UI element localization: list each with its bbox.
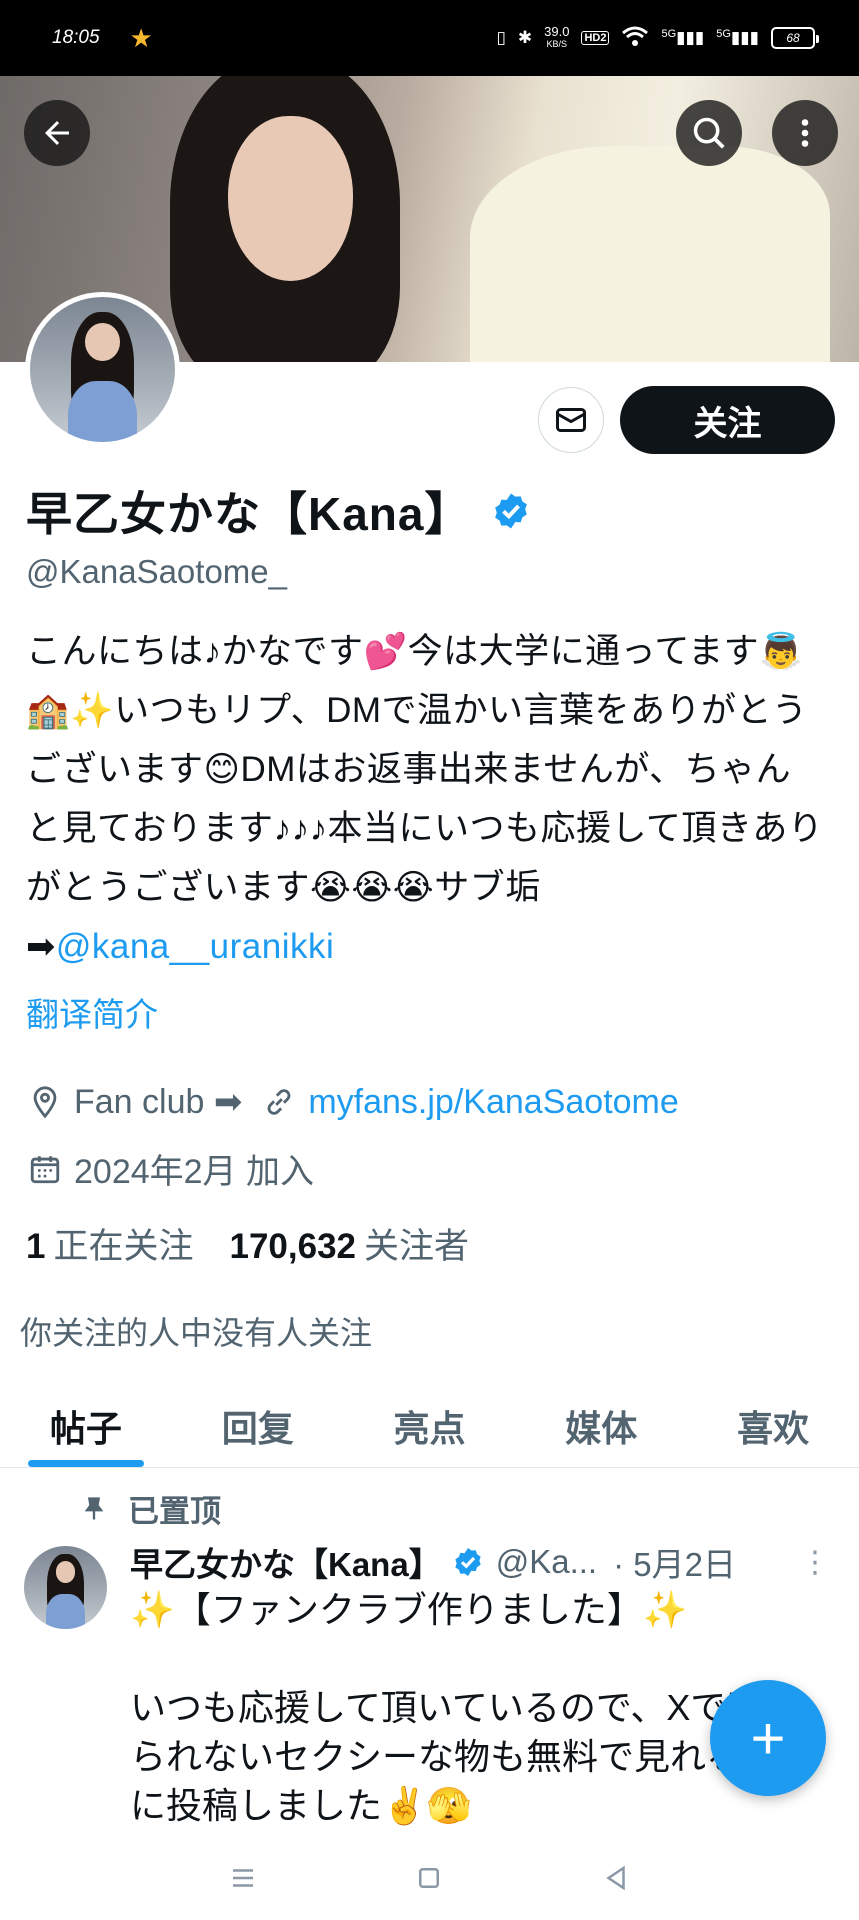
menu-nav-icon[interactable]	[228, 1863, 258, 1893]
speed-unit: KB/S	[546, 39, 568, 49]
tab-likes[interactable]: 喜欢	[687, 1388, 859, 1467]
tweet-header: 早乙女かな【Kana】 @Ka... · 5月2日 ⋮	[130, 1538, 830, 1586]
tab-highlights[interactable]: 亮点	[344, 1388, 516, 1467]
search-icon	[693, 117, 725, 149]
network-speed: 39.0 KB/S	[544, 24, 570, 50]
link-icon	[267, 1089, 291, 1115]
compose-button[interactable]: +	[710, 1680, 826, 1796]
speed-value: 39.0	[544, 24, 570, 39]
translate-bio-link[interactable]: 翻译简介	[26, 988, 158, 1036]
bluetooth-icon: ✱	[517, 28, 533, 47]
tweet-avatar-body-shape	[45, 1594, 86, 1629]
status-icons: ▯ ✱ 39.0 KB/S HD2 5G▮▮▮ 5G▮▮▮ 68	[496, 24, 819, 52]
location-pin-icon	[33, 1086, 57, 1119]
profile-website-link[interactable]: myfans.jp/KanaSaotome	[308, 1083, 678, 1122]
signal-1-label: 5G	[661, 28, 677, 40]
tweet-author-name[interactable]: 早乙女かな【Kana】	[130, 1538, 442, 1586]
tweet-date: · 5月2日	[613, 1546, 736, 1583]
profile-tabs: 帖子 回复 亮点 媒体 喜欢	[0, 1388, 859, 1468]
mutual-followers-note: 你关注的人中没有人关注	[20, 1315, 373, 1351]
calendar-icon	[30, 1155, 60, 1183]
back-button[interactable]	[24, 100, 90, 166]
system-nav-bar	[0, 1836, 859, 1920]
follow-stats: 1 正在关注 170,632 关注者	[26, 1218, 469, 1269]
following-count: 1	[26, 1227, 46, 1266]
arrow-left-icon	[45, 121, 69, 145]
bio-mention-link[interactable]: @kana__uranikki	[56, 927, 334, 966]
wifi-icon	[621, 25, 649, 52]
more-options-button[interactable]	[772, 100, 838, 166]
profile-location: Fan club ➡	[74, 1083, 243, 1121]
status-bar: 18:05 ★ ▯ ✱ 39.0 KB/S HD2 5G▮▮▮ 5G▮▮▮ 68	[0, 0, 859, 76]
tweet-verified-badge-icon	[455, 1548, 481, 1576]
follow-button[interactable]: 关注	[620, 386, 835, 454]
battery-icon: 68	[771, 27, 819, 49]
back-nav-icon[interactable]	[601, 1863, 631, 1893]
followers-label: 关注者	[364, 1227, 470, 1266]
message-button[interactable]	[538, 387, 604, 453]
star-icon: ★	[129, 22, 153, 53]
following-label: 正在关注	[53, 1227, 194, 1266]
pinned-label: 已置顶	[128, 1494, 221, 1529]
profile-handle: @KanaSaotome_	[26, 553, 288, 590]
status-time: 18:05	[52, 27, 100, 48]
pinned-indicator: 已置顶	[80, 1486, 221, 1531]
tab-media[interactable]: 媒体	[515, 1388, 687, 1467]
avatar-face-shape	[85, 323, 120, 361]
tweet-avatar-face-shape	[55, 1560, 76, 1583]
tweet-author-handle: @Ka...	[495, 1543, 598, 1580]
joined-date: 2024年2月 加入	[74, 1153, 314, 1191]
tweet-author-avatar[interactable]	[24, 1546, 107, 1629]
home-nav-icon[interactable]	[414, 1863, 444, 1893]
banner-face-shape	[228, 116, 353, 281]
tweet-more-icon[interactable]: ⋮	[800, 1545, 830, 1580]
location-website-row: Fan club ➡ myfans.jp/KanaSaotome	[28, 1082, 679, 1122]
signal-icon-2: 5G▮▮▮	[716, 28, 759, 47]
profile-name-row: 早乙女かな【Kana】	[26, 478, 531, 544]
verified-badge-icon[interactable]	[491, 491, 531, 531]
tab-replies[interactable]: 回复	[172, 1388, 344, 1467]
pin-icon	[84, 1496, 104, 1519]
followers-stat[interactable]: 170,632 关注者	[229, 1218, 469, 1269]
signal-icon-1: 5G▮▮▮	[661, 28, 705, 47]
bio-text: こんにちは♪かなです💕今は大学に通ってます👼 🏫✨いつもリプ、DMで温かい言葉を…	[26, 632, 824, 966]
signal-2-label: 5G	[716, 28, 731, 40]
profile-bio: こんにちは♪かなです💕今は大学に通ってます👼 🏫✨いつもリプ、DMで温かい言葉を…	[26, 622, 826, 976]
profile-avatar[interactable]	[25, 292, 180, 447]
mail-icon	[556, 408, 586, 432]
profile-name: 早乙女かな【Kana】	[26, 488, 472, 540]
joined-row: 2024年2月 加入	[28, 1144, 314, 1193]
following-stat[interactable]: 1 正在关注	[26, 1218, 193, 1269]
banner-towel-shape	[470, 146, 830, 362]
more-vertical-icon	[801, 119, 809, 147]
hd-badge: HD2	[581, 31, 610, 45]
followers-count: 170,632	[229, 1227, 357, 1266]
vibrate-icon: ▯	[496, 28, 506, 47]
tab-posts[interactable]: 帖子	[0, 1388, 172, 1467]
avatar-body-shape	[67, 381, 138, 442]
search-button[interactable]	[676, 100, 742, 166]
